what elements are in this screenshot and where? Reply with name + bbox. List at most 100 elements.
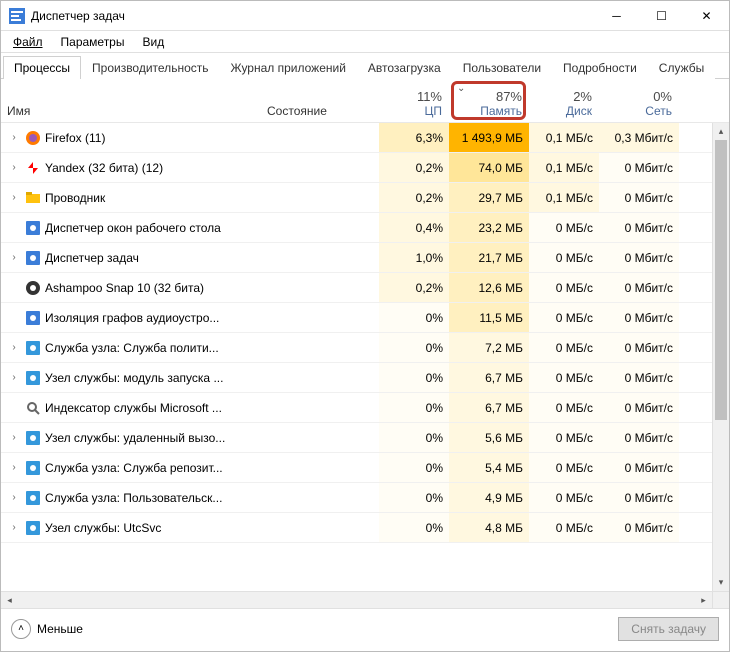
maximize-button[interactable]: ☐: [639, 1, 684, 31]
cell-name: ›Служба узла: Служба полити...: [1, 333, 261, 362]
cell-network: 0 Мбит/с: [599, 273, 679, 302]
cell-status: [261, 183, 379, 212]
cell-name: › Узел службы: модуль запуска ...: [1, 363, 261, 392]
col-cpu[interactable]: 11% ЦП: [379, 79, 449, 122]
cell-disk: 0 МБ/с: [529, 273, 599, 302]
process-icon: [25, 310, 41, 326]
cell-network: 0 Мбит/с: [599, 393, 679, 422]
expand-icon[interactable]: ›: [7, 522, 21, 533]
menubar: Файл Параметры Вид: [1, 31, 729, 53]
vertical-scrollbar[interactable]: ▴ ▾: [712, 123, 729, 591]
table-row[interactable]: ›Yandex (32 бита) (12)0,2%74,0 МБ0,1 МБ/…: [1, 153, 729, 183]
table-row[interactable]: Диспетчер окон рабочего стола0,4%23,2 МБ…: [1, 213, 729, 243]
tab-details[interactable]: Подробности: [552, 56, 648, 79]
expand-icon[interactable]: ›: [7, 162, 21, 173]
table-row[interactable]: ›Служба узла: Служба репозит...0%5,4 МБ0…: [1, 453, 729, 483]
tab-app-history[interactable]: Журнал приложений: [220, 56, 357, 79]
cell-disk: 0 МБ/с: [529, 513, 599, 542]
footer: ˄ Меньше Снять задачу: [1, 608, 729, 648]
expand-icon[interactable]: ›: [7, 462, 21, 473]
table-row[interactable]: ›Проводник0,2%29,7 МБ0,1 МБ/с0 Мбит/с: [1, 183, 729, 213]
col-memory[interactable]: ⌄ 87% Память: [449, 79, 529, 122]
cell-cpu: 1,0%: [379, 243, 449, 272]
cell-memory: 21,7 МБ: [449, 243, 529, 272]
scroll-left-icon[interactable]: ◂: [1, 592, 18, 609]
table-row[interactable]: ›Узел службы: удаленный вызо...0%5,6 МБ0…: [1, 423, 729, 453]
cell-cpu: 0,2%: [379, 153, 449, 182]
table-row[interactable]: Индексатор службы Microsoft ...0%6,7 МБ0…: [1, 393, 729, 423]
cell-network: 0 Мбит/с: [599, 153, 679, 182]
menu-file[interactable]: Файл: [5, 33, 51, 51]
cell-status: [261, 333, 379, 362]
table-row[interactable]: Ashampoo Snap 10 (32 бита)0,2%12,6 МБ0 М…: [1, 273, 729, 303]
table-row[interactable]: ›Диспетчер задач1,0%21,7 МБ0 МБ/с0 Мбит/…: [1, 243, 729, 273]
cell-status: [261, 123, 379, 152]
process-name: Узел службы: модуль запуска ...: [45, 371, 223, 385]
cell-cpu: 0%: [379, 513, 449, 542]
process-icon: [25, 370, 41, 386]
expand-icon[interactable]: ›: [7, 132, 21, 143]
cell-memory: 6,7 МБ: [449, 393, 529, 422]
table-row[interactable]: ›Узел службы: модуль запуска ...0%6,7 МБ…: [1, 363, 729, 393]
sort-desc-icon: ⌄: [457, 83, 465, 94]
end-task-button[interactable]: Снять задачу: [618, 617, 719, 641]
minimize-button[interactable]: ─: [594, 1, 639, 31]
scroll-thumb[interactable]: [715, 140, 727, 420]
scroll-right-icon[interactable]: ▸: [695, 592, 712, 609]
fewer-details-button[interactable]: ˄ Меньше: [11, 619, 618, 639]
cell-memory: 6,7 МБ: [449, 363, 529, 392]
table-row[interactable]: ›Firefox (11)6,3%1 493,9 МБ0,1 МБ/с0,3 М…: [1, 123, 729, 153]
cell-disk: 0,1 МБ/с: [529, 153, 599, 182]
table-row[interactable]: Изоляция графов аудиоустро...0%11,5 МБ0 …: [1, 303, 729, 333]
expand-icon[interactable]: ›: [7, 372, 21, 383]
cell-network: 0 Мбит/с: [599, 423, 679, 452]
titlebar: Диспетчер задач ─ ☐ ✕: [1, 1, 729, 31]
cell-disk: 0 МБ/с: [529, 303, 599, 332]
process-icon: [25, 220, 41, 236]
expand-icon[interactable]: ›: [7, 492, 21, 503]
menu-options[interactable]: Параметры: [53, 33, 133, 51]
cell-cpu: 0,4%: [379, 213, 449, 242]
process-name: Диспетчер задач: [45, 251, 139, 265]
cell-status: [261, 453, 379, 482]
process-icon: [25, 130, 41, 146]
cell-disk: 0 МБ/с: [529, 333, 599, 362]
cell-status: [261, 363, 379, 392]
tab-processes[interactable]: Процессы: [3, 56, 81, 79]
cell-disk: 0 МБ/с: [529, 423, 599, 452]
expand-icon[interactable]: ›: [7, 432, 21, 443]
cell-disk: 0 МБ/с: [529, 393, 599, 422]
table-row[interactable]: ›Служба узла: Служба полити...0%7,2 МБ0 …: [1, 333, 729, 363]
col-status[interactable]: Состояние: [261, 79, 379, 122]
scroll-up-icon[interactable]: ▴: [713, 123, 729, 140]
cell-memory: 29,7 МБ: [449, 183, 529, 212]
cell-disk: 0 МБ/с: [529, 213, 599, 242]
process-icon: [25, 520, 41, 536]
cell-name: ›Проводник: [1, 183, 261, 212]
tab-services[interactable]: Службы: [648, 56, 715, 79]
table-row[interactable]: ›Узел службы: UtcSvc0%4,8 МБ0 МБ/с0 Мбит…: [1, 513, 729, 543]
expand-icon[interactable]: ›: [7, 252, 21, 263]
tab-startup[interactable]: Автозагрузка: [357, 56, 452, 79]
col-name[interactable]: Имя: [1, 79, 261, 122]
table-row[interactable]: ›Служба узла: Пользовательск...0%4,9 МБ0…: [1, 483, 729, 513]
cell-status: [261, 393, 379, 422]
process-icon: [25, 430, 41, 446]
tab-performance[interactable]: Производительность: [81, 56, 219, 79]
cell-name: ›Узел службы: удаленный вызо...: [1, 423, 261, 452]
close-button[interactable]: ✕: [684, 1, 729, 31]
tab-users[interactable]: Пользователи: [452, 56, 552, 79]
cell-memory: 12,6 МБ: [449, 273, 529, 302]
col-disk[interactable]: 2% Диск: [529, 79, 599, 122]
scroll-down-icon[interactable]: ▾: [713, 574, 729, 591]
cell-name: ›Служба узла: Пользовательск...: [1, 483, 261, 512]
horizontal-scrollbar[interactable]: ◂ ▸: [1, 591, 712, 608]
menu-view[interactable]: Вид: [134, 33, 172, 51]
cell-memory: 23,2 МБ: [449, 213, 529, 242]
expand-icon[interactable]: ›: [7, 342, 21, 353]
process-list: ›Firefox (11)6,3%1 493,9 МБ0,1 МБ/с0,3 М…: [1, 123, 729, 591]
process-name: Ashampoo Snap 10 (32 бита): [45, 281, 204, 295]
expand-icon[interactable]: ›: [7, 192, 21, 203]
col-network[interactable]: 0% Сеть: [599, 79, 679, 122]
process-icon: [25, 340, 41, 356]
